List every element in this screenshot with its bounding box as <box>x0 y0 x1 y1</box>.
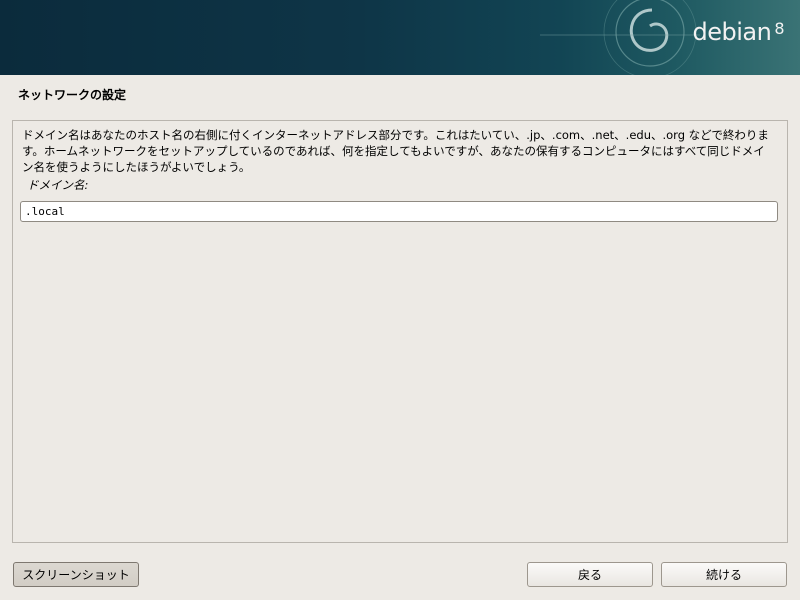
debian-brand: debian 8 <box>692 18 784 46</box>
domain-name-input[interactable] <box>20 201 778 222</box>
debian-banner: debian 8 <box>0 0 800 75</box>
domain-name-label: ドメイン名: <box>27 178 89 192</box>
screenshot-button[interactable]: スクリーンショット <box>13 562 139 587</box>
brand-version: 8 <box>774 19 784 38</box>
description-text: ドメイン名はあなたのホスト名の右側に付くインターネットアドレス部分です。これはた… <box>22 128 769 174</box>
page-title: ネットワークの設定 <box>18 88 127 102</box>
content-panel: ドメイン名はあなたのホスト名の右側に付くインターネットアドレス部分です。これはた… <box>12 120 788 543</box>
brand-name: debian <box>692 18 772 46</box>
back-button[interactable]: 戻る <box>527 562 653 587</box>
continue-button[interactable]: 続ける <box>661 562 787 587</box>
